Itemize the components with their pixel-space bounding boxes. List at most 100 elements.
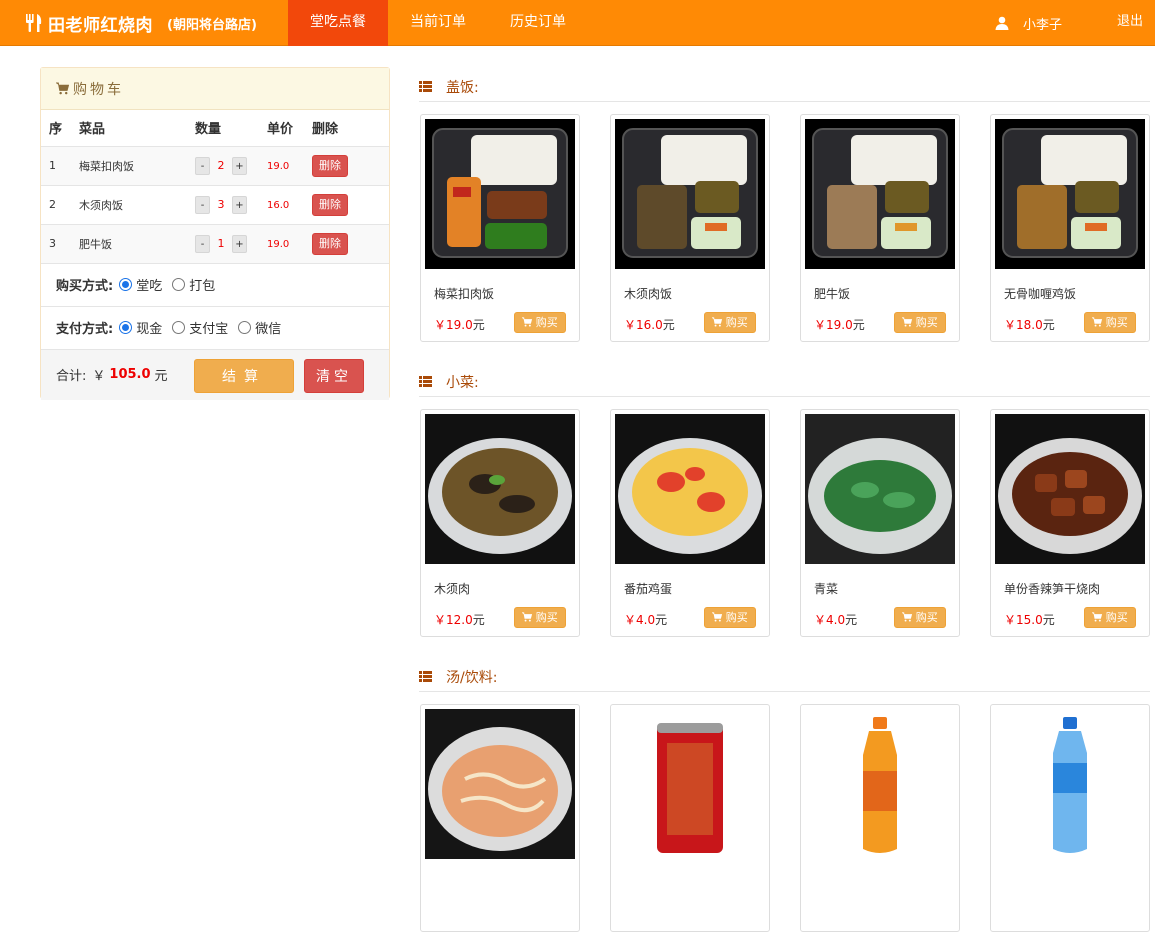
payment-option-alipay[interactable]: 支付宝 [172,318,228,337]
col-qty: 数量 [187,110,259,147]
nav-order-history[interactable]: 历史订单 [500,0,576,46]
dish-price: ￥18.0元 [1004,318,1055,332]
user-icon [995,16,1009,30]
buy-button[interactable]: 购买 [704,312,756,333]
buy-button[interactable]: 购买 [894,312,946,333]
nav-user[interactable]: 小李子 [995,0,1062,46]
row-qty: -1 + [187,224,259,264]
payment-method-label: 支付方式: [56,322,114,337]
cart-icon [56,82,69,95]
buy-button[interactable]: 购买 [1084,312,1136,333]
dish-card[interactable]: 木须肉饭 ￥16.0元 购买 [610,114,770,342]
clear-cart-button[interactable]: 清空 [304,359,364,393]
buy-button[interactable]: 购买 [894,607,946,628]
purchase-option-takeaway[interactable]: 打包 [172,275,215,294]
radio-button[interactable] [172,321,186,334]
option-label: 支付宝 [189,322,229,337]
col-no: 序 [41,110,71,147]
qty-plus-button[interactable]: + [232,234,247,253]
total-currency: ￥ [92,369,106,384]
cart-icon [712,612,723,622]
dish-card[interactable]: 单份香辣笋干烧肉 ￥15.0元 购买 [990,409,1150,637]
cart-icon [712,317,723,327]
row-dish: 梅菜扣肉饭 [71,146,187,186]
option-label: 微信 [255,322,282,337]
dish-image-meicai-rice-box [425,119,575,269]
radio-button[interactable] [119,321,133,334]
list-icon [419,671,432,682]
radio-button[interactable] [172,278,186,291]
dish-name: 番茄鸡蛋 [624,582,673,596]
purchase-method-label: 购买方式: [56,279,114,294]
dish-name: 肥牛饭 [814,287,851,301]
buy-button[interactable]: 购买 [514,312,566,333]
qty-minus-button[interactable]: - [195,156,210,175]
row-dish: 肥牛饭 [71,224,187,264]
qty-minus-button[interactable]: - [195,234,210,253]
purchase-option-dine-in[interactable]: 堂吃 [119,275,162,294]
cart-icon [902,317,913,327]
radio-button[interactable] [119,278,133,291]
section-title-soup-drinks: 汤/饮料: [419,662,1150,692]
cart-row: 3 肥牛饭 -1 + 19.0 删除 [41,224,389,264]
nav-current-orders[interactable]: 当前订单 [400,0,476,46]
username: 小李子 [1023,17,1063,33]
payment-option-wechat[interactable]: 微信 [238,318,281,337]
total-unit: 元 [154,369,168,384]
section-title-rice: 盖饭: [419,72,1150,102]
checkout-button[interactable]: 结算 [194,359,294,393]
qty-value: 2 [217,159,225,172]
dish-card[interactable] [420,704,580,932]
qty-plus-button[interactable]: + [232,195,247,214]
dish-image-tomato-egg-bowl [615,414,765,564]
cart-icon [522,317,533,327]
qty-minus-button[interactable]: - [195,195,210,214]
brand[interactable]: 田老师红烧肉 (朝阳将台路店) [24,0,257,46]
dish-image-soup-bowl [425,709,575,859]
payment-method-row: 支付方式: 现金 支付宝 微信 [41,307,389,350]
delete-button[interactable]: 删除 [312,232,348,255]
dish-card[interactable]: 青菜 ￥4.0元 购买 [800,409,960,637]
dish-card[interactable]: 肥牛饭 ￥19.0元 购买 [800,114,960,342]
section-title-text: 盖饭: [446,79,479,96]
delete-button[interactable]: 删除 [312,154,348,177]
dish-card[interactable] [800,704,960,932]
cutlery-icon [26,14,42,32]
dish-card[interactable] [610,704,770,932]
dish-card[interactable]: 木须肉 ￥12.0元 购买 [420,409,580,637]
dish-card[interactable]: 无骨咖喱鸡饭 ￥18.0元 购买 [990,114,1150,342]
buy-button[interactable]: 购买 [704,607,756,628]
delete-button[interactable]: 删除 [312,193,348,216]
dish-card[interactable] [990,704,1150,932]
dish-price: ￥4.0元 [814,613,858,627]
row-price: 19.0 [267,239,290,250]
section-title-text: 小菜: [446,374,479,391]
row-dish: 木须肉饭 [71,185,187,225]
cart-row: 2 木须肉饭 -3 + 16.0 删除 [41,185,389,225]
buy-button[interactable]: 购买 [514,607,566,628]
total-label: 合计: [56,369,87,384]
dish-price: ￥16.0元 [624,318,675,332]
logout-link[interactable]: 退出 [1117,0,1143,46]
payment-option-cash[interactable]: 现金 [119,318,162,337]
dish-price: ￥19.0元 [434,318,485,332]
cart-row: 1 梅菜扣肉饭 -2 + 19.0 删除 [41,146,389,186]
dish-card[interactable]: 梅菜扣肉饭 ￥19.0元 购买 [420,114,580,342]
cart-icon [1092,612,1103,622]
dish-image-orange-juice-bottle [805,709,955,859]
row-no: 2 [41,185,71,225]
dish-image-muxu-bowl [425,414,575,564]
qty-value: 3 [217,198,225,211]
dish-name: 无骨咖喱鸡饭 [1004,287,1077,301]
cart-header: 购物车 [41,68,389,110]
nav-dine-in-order[interactable]: 堂吃点餐 [288,0,388,46]
dish-name: 木须肉饭 [624,287,673,301]
radio-button[interactable] [238,321,252,334]
cart-icon [522,612,533,622]
qty-plus-button[interactable]: + [232,156,247,175]
list-icon [419,376,432,387]
buy-button[interactable]: 购买 [1084,607,1136,628]
dish-card[interactable]: 番茄鸡蛋 ￥4.0元 购买 [610,409,770,637]
row-price: 16.0 [267,200,290,211]
dish-image-pork-bowl [995,414,1145,564]
